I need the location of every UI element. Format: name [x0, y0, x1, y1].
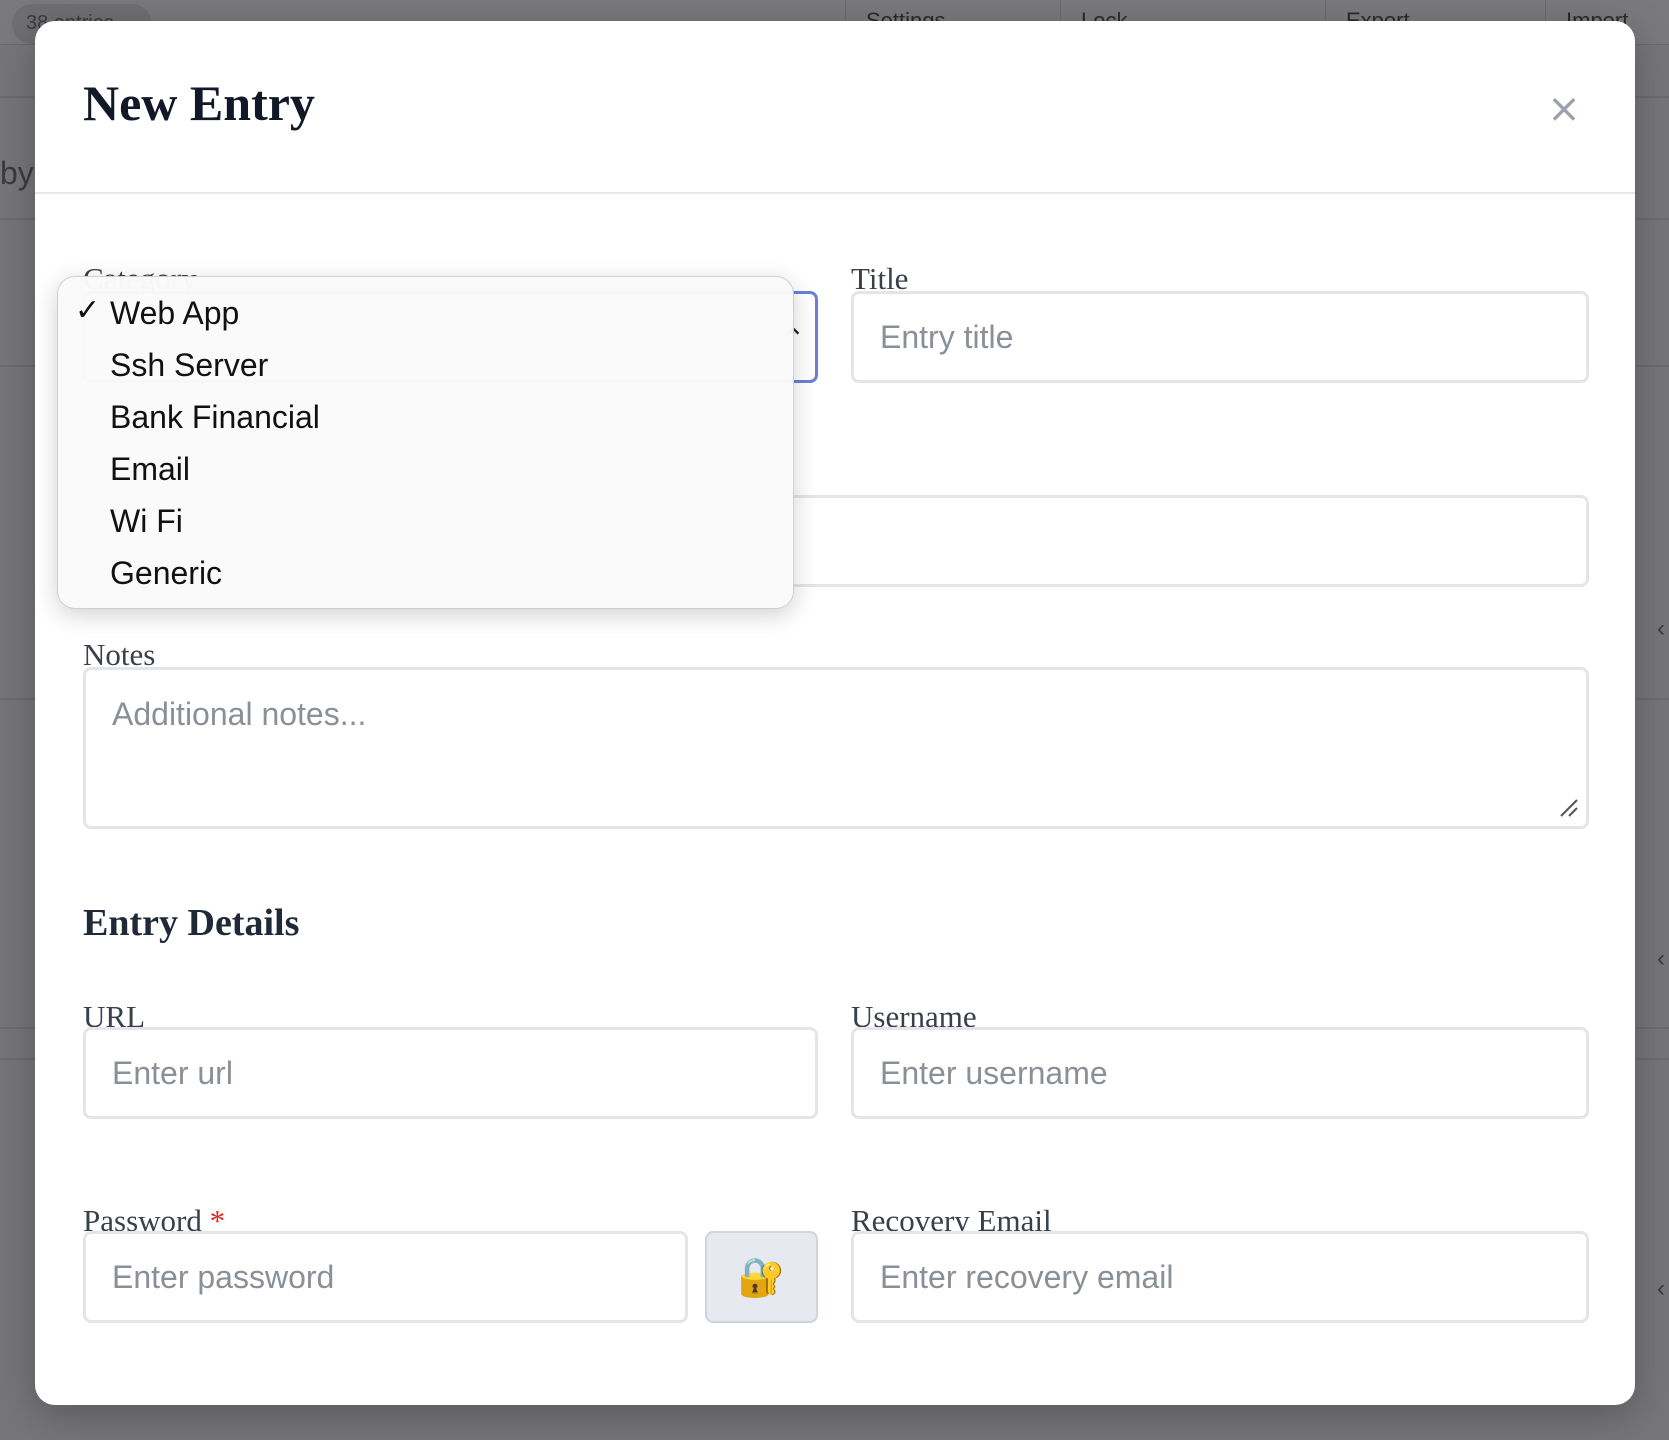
url-input[interactable]	[83, 1027, 818, 1119]
resize-grip-icon[interactable]	[1557, 796, 1579, 818]
dropdown-option[interactable]: Bank Financial	[58, 391, 793, 443]
username-input[interactable]	[851, 1027, 1589, 1119]
background-edge-icon: ‹	[1657, 615, 1665, 642]
background-edge-icon: ‹	[1657, 945, 1665, 972]
dropdown-option[interactable]: Email	[58, 443, 793, 495]
password-input[interactable]	[83, 1231, 688, 1323]
dropdown-option[interactable]: ✓ Web App	[58, 287, 793, 339]
modal-title: New Entry	[83, 75, 315, 131]
generate-password-button[interactable]: 🔐	[705, 1231, 818, 1323]
dropdown-option[interactable]: Generic	[58, 547, 793, 599]
background-side-text: by	[0, 155, 34, 191]
background-edge-icon: ‹	[1657, 1275, 1665, 1302]
title-input[interactable]	[851, 291, 1589, 383]
lock-key-icon: 🔐	[737, 1254, 786, 1299]
new-entry-modal: New Entry × Category ⌃ Title Notes Entry…	[35, 21, 1635, 1405]
category-dropdown-menu: ✓ Web App Ssh Server Bank Financial Emai…	[57, 276, 794, 609]
recovery-email-input[interactable]	[851, 1231, 1589, 1323]
close-button[interactable]: ×	[1542, 87, 1586, 131]
checkmark-icon: ✓	[75, 293, 101, 328]
entry-details-heading: Entry Details	[83, 902, 300, 944]
notes-textarea[interactable]	[83, 667, 1589, 829]
modal-header: New Entry ×	[35, 21, 1635, 194]
dropdown-option[interactable]: Wi Fi	[58, 495, 793, 547]
dropdown-option[interactable]: Ssh Server	[58, 339, 793, 391]
